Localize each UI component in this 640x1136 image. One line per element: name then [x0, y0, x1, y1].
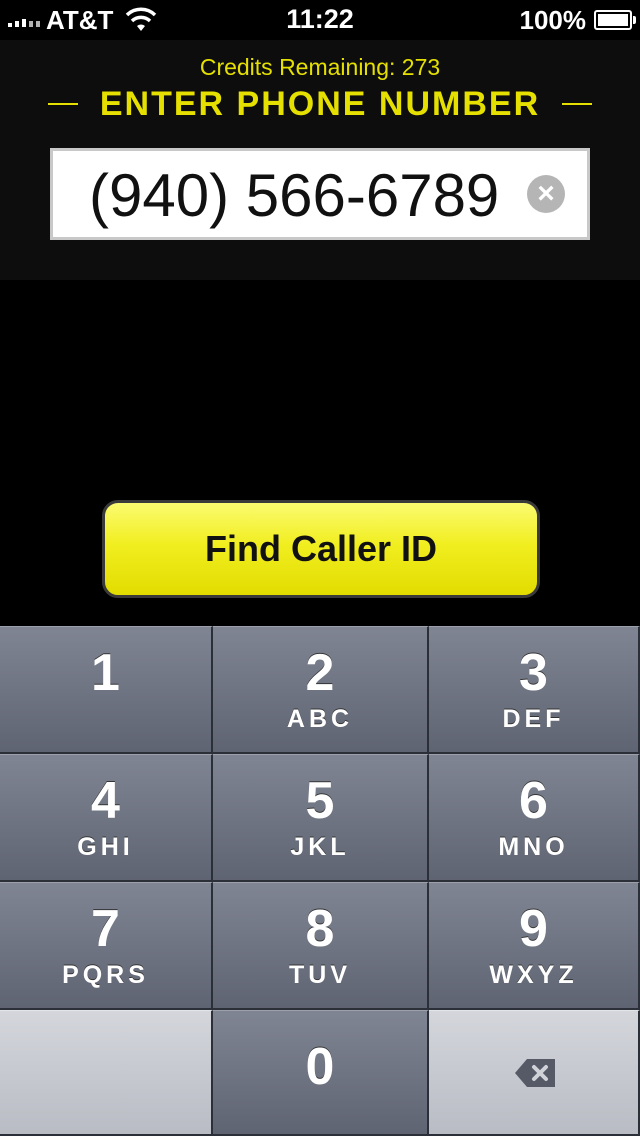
title-row: ENTER PHONE NUMBER: [48, 84, 592, 124]
key-3[interactable]: 3 DEF: [429, 626, 640, 754]
key-digit: 1: [91, 644, 120, 702]
clear-icon[interactable]: ×: [527, 175, 565, 213]
key-letters: ABC: [286, 705, 354, 733]
numeric-keypad: 1 2 ABC 3 DEF 4 GHI 5 JKL 6 MNO 7 PQRS 8…: [0, 626, 640, 1136]
key-digit: 6: [519, 772, 548, 830]
key-digit: 4: [91, 772, 120, 830]
key-digit: 5: [305, 772, 335, 830]
key-letters: MNO: [498, 833, 569, 861]
key-9[interactable]: 9 WXYZ: [429, 882, 640, 1010]
key-letters: PQRS: [62, 961, 149, 989]
key-6[interactable]: 6 MNO: [429, 754, 640, 882]
title-divider-left: [48, 103, 78, 105]
page-title: ENTER PHONE NUMBER: [99, 84, 541, 123]
battery-percent: 100%: [519, 4, 587, 35]
phone-number-input[interactable]: (940) 566-6789 ×: [50, 148, 590, 240]
battery-fill: [598, 14, 628, 26]
status-right: 100%: [519, 4, 636, 35]
key-letters: WXYZ: [489, 961, 578, 989]
key-2[interactable]: 2 ABC: [213, 626, 429, 754]
key-digit: 8: [305, 900, 335, 958]
key-4[interactable]: 4 GHI: [0, 754, 213, 882]
key-digit: 2: [305, 644, 335, 702]
credits-remaining: Credits Remaining: 273: [199, 54, 441, 80]
title-divider-right: [562, 103, 592, 105]
key-5[interactable]: 5 JKL: [213, 754, 429, 882]
find-caller-id-label: Find Caller ID: [204, 528, 438, 569]
phone-number-value[interactable]: (940) 566-6789: [89, 161, 499, 230]
key-digit: 0: [305, 1038, 335, 1096]
status-bar: AT&T 11:22 100%: [0, 0, 640, 40]
key-7[interactable]: 7 PQRS: [0, 882, 213, 1010]
key-0[interactable]: 0: [213, 1010, 429, 1136]
key-letters: TUV: [289, 961, 351, 989]
key-blank: [0, 1010, 213, 1136]
key-letters: DEF: [502, 705, 565, 733]
key-digit: 9: [519, 900, 548, 958]
backspace-key[interactable]: [429, 1010, 640, 1136]
key-letters: JKL: [290, 833, 350, 861]
battery-icon: [594, 10, 636, 30]
key-letters: GHI: [77, 833, 134, 861]
key-8[interactable]: 8 TUV: [213, 882, 429, 1010]
backspace-icon: [515, 1059, 555, 1087]
key-digit: 7: [91, 900, 120, 958]
find-caller-id-button[interactable]: Find Caller ID: [102, 500, 540, 598]
key-1[interactable]: 1: [0, 626, 213, 754]
key-digit: 3: [519, 644, 548, 702]
